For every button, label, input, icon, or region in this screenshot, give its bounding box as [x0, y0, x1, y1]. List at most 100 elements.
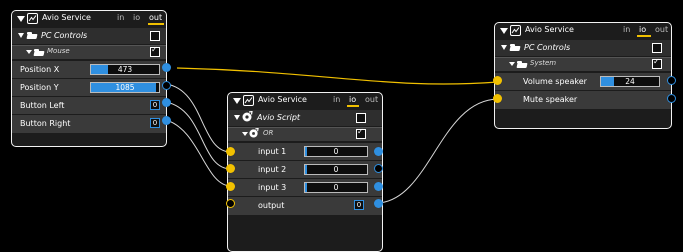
- tab-out[interactable]: out: [149, 13, 162, 22]
- param-row-volume-speaker: Volume speaker 24: [495, 72, 671, 91]
- collapse-icon[interactable]: [234, 115, 240, 120]
- input-port-input-3[interactable]: [226, 182, 235, 191]
- subsection-or[interactable]: OR: [228, 127, 382, 141]
- active-tab-underline: [148, 23, 164, 25]
- param-row-input-1: input 1 0: [228, 142, 382, 161]
- output-port-button-left[interactable]: [162, 98, 171, 107]
- param-label: Volume speaker: [523, 77, 587, 86]
- tab-io[interactable]: io: [133, 13, 140, 22]
- tab-in[interactable]: in: [333, 95, 340, 104]
- output-port-button-right[interactable]: [162, 116, 171, 125]
- collapse-icon[interactable]: [500, 28, 508, 34]
- input-2-slider[interactable]: 0: [304, 164, 368, 175]
- input-port-volume-speaker[interactable]: [493, 76, 502, 85]
- node-middle[interactable]: Avio Service in io out Avio Script OR in…: [227, 92, 383, 252]
- output-value[interactable]: 0: [354, 200, 364, 210]
- output-port-position-y[interactable]: [162, 81, 171, 90]
- subsection-label: Mouse: [47, 47, 70, 55]
- node-right[interactable]: Avio Service in io out PC Controls Syste…: [494, 22, 672, 129]
- tab-io[interactable]: io: [639, 25, 646, 34]
- tab-io[interactable]: io: [349, 95, 356, 104]
- collapse-icon[interactable]: [18, 33, 24, 38]
- param-label: Position X: [20, 65, 60, 74]
- param-label: input 2: [258, 165, 287, 174]
- param-row-position-x: Position X 473: [12, 60, 166, 79]
- collapse-icon[interactable]: [233, 98, 241, 104]
- folder-icon: [27, 32, 37, 39]
- section-pc-controls[interactable]: PC Controls: [12, 28, 166, 44]
- button-right-value[interactable]: 0: [150, 118, 160, 128]
- input-port-output[interactable]: [226, 199, 235, 208]
- section-label: PC Controls: [41, 31, 88, 40]
- button-left-value[interactable]: 0: [150, 100, 160, 110]
- section-avio-script[interactable]: Avio Script: [228, 110, 382, 126]
- output-port-mute-speaker[interactable]: [667, 94, 676, 103]
- gauge-icon: [510, 25, 521, 36]
- subsection-checkbox[interactable]: [150, 45, 160, 57]
- node-header[interactable]: Avio Service in io out: [495, 23, 671, 40]
- input-port-input-2[interactable]: [226, 164, 235, 173]
- node-title: Avio Service: [258, 95, 307, 104]
- wire-btnright-to-input3: [165, 119, 232, 187]
- section-checkbox[interactable]: [652, 43, 662, 53]
- node-header[interactable]: Avio Service in io out: [12, 11, 166, 28]
- tab-out[interactable]: out: [655, 25, 668, 34]
- input-3-slider[interactable]: 0: [304, 182, 368, 193]
- param-label: output: [258, 201, 285, 210]
- position-y-slider[interactable]: 1085: [90, 82, 160, 93]
- subsection-checkbox[interactable]: [652, 57, 662, 69]
- tab-out[interactable]: out: [365, 95, 378, 104]
- section-label: PC Controls: [524, 43, 571, 52]
- section-label: Avio Script: [257, 113, 301, 122]
- param-row-button-right: Button Right 0: [12, 114, 166, 133]
- collapse-icon[interactable]: [509, 62, 515, 66]
- output-port-input-2[interactable]: [374, 164, 383, 173]
- output-port-input-3[interactable]: [374, 182, 383, 191]
- slider-value: 1085: [115, 83, 135, 92]
- section-checkbox[interactable]: [356, 113, 366, 123]
- subsection-system[interactable]: System: [495, 57, 671, 71]
- output-port-output[interactable]: [374, 199, 383, 208]
- param-row-position-y: Position Y 1085: [12, 78, 166, 97]
- param-row-output: output 0: [228, 196, 382, 215]
- tab-in[interactable]: in: [117, 13, 124, 22]
- input-1-slider[interactable]: 0: [304, 146, 368, 157]
- node-left[interactable]: Avio Service in io out PC Controls Mouse…: [11, 10, 167, 147]
- slider-value: 473: [117, 65, 133, 74]
- param-row-button-left: Button Left 0: [12, 96, 166, 115]
- wire-output-to-mute: [377, 98, 499, 204]
- folder-icon: [517, 61, 525, 67]
- param-label: Position Y: [20, 83, 59, 92]
- output-port-volume-speaker[interactable]: [667, 76, 676, 85]
- collapse-icon[interactable]: [501, 45, 507, 50]
- param-label: input 3: [258, 183, 287, 192]
- param-label: input 1: [258, 147, 287, 156]
- node-title: Avio Service: [42, 13, 91, 22]
- gauge-icon: [27, 13, 38, 24]
- slider-value: 0: [333, 165, 339, 174]
- active-tab-underline: [637, 35, 651, 37]
- active-tab-underline: [347, 105, 359, 107]
- param-label: Button Right: [20, 119, 71, 128]
- wire-btnleft-to-input2: [165, 101, 232, 170]
- collapse-icon[interactable]: [26, 50, 32, 54]
- collapse-icon[interactable]: [242, 132, 248, 136]
- node-header[interactable]: Avio Service in io out: [228, 93, 382, 110]
- param-row-mute-speaker: Mute speaker: [495, 90, 671, 109]
- param-label: Mute speaker: [523, 95, 578, 104]
- folder-icon: [510, 44, 520, 51]
- subsection-checkbox[interactable]: [356, 127, 366, 139]
- tab-in[interactable]: in: [623, 25, 630, 34]
- output-port-input-1[interactable]: [374, 147, 383, 156]
- output-port-position-x[interactable]: [162, 63, 171, 72]
- volume-speaker-slider[interactable]: 24: [600, 76, 660, 87]
- subsection-mouse[interactable]: Mouse: [12, 45, 166, 59]
- section-pc-controls[interactable]: PC Controls: [495, 40, 671, 56]
- position-x-slider[interactable]: 473: [90, 64, 160, 75]
- slider-value: 0: [333, 183, 339, 192]
- collapse-icon[interactable]: [17, 16, 25, 22]
- section-checkbox[interactable]: [150, 31, 160, 41]
- input-port-input-1[interactable]: [226, 147, 235, 156]
- input-port-mute-speaker[interactable]: [493, 94, 502, 103]
- folder-icon: [34, 49, 42, 55]
